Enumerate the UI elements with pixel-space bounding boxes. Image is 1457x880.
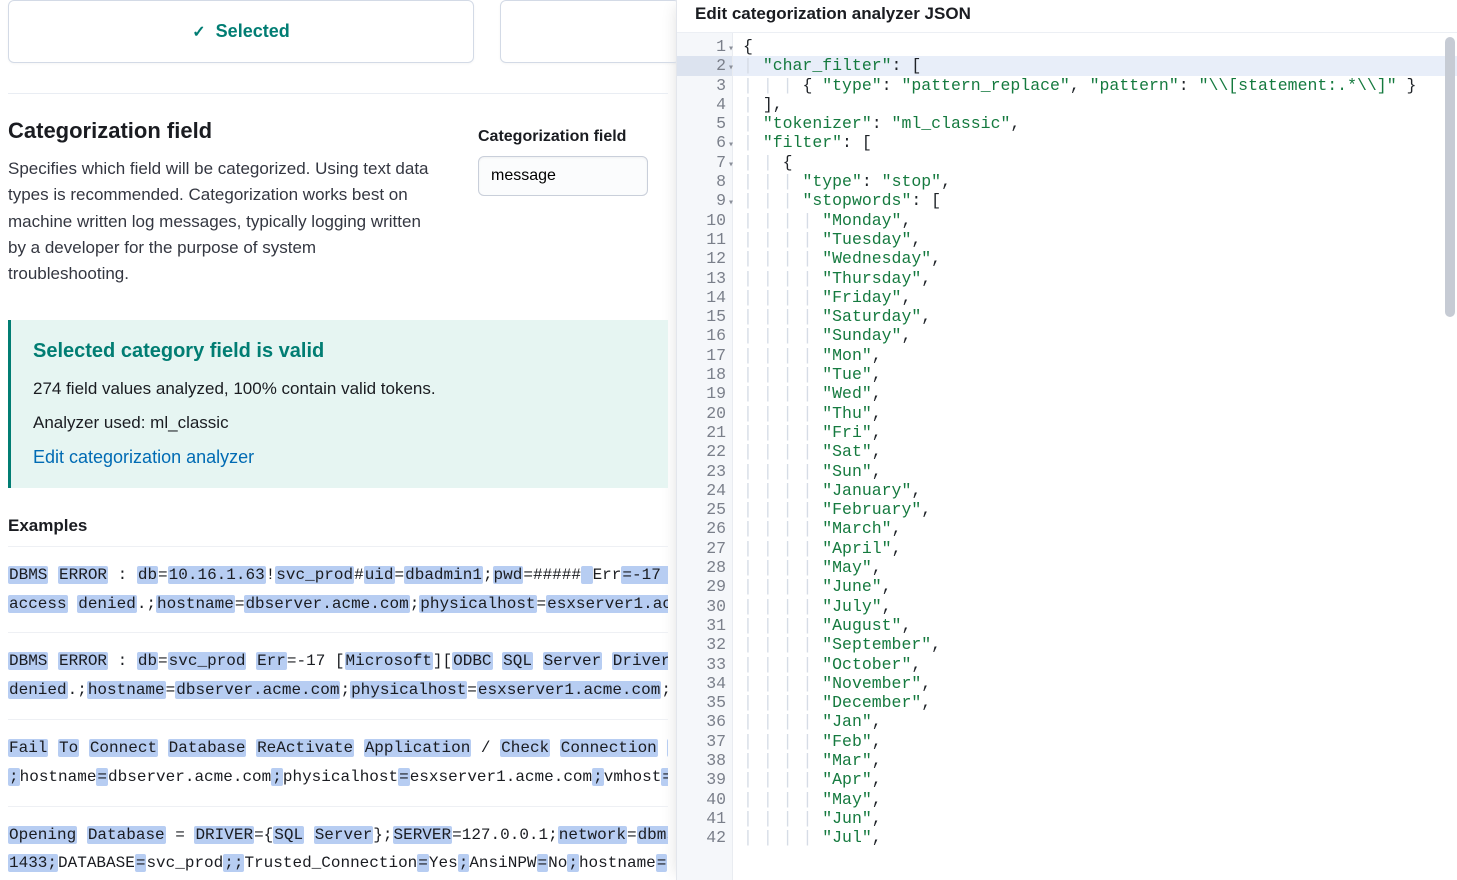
categorization-field-description: Categorization field Specifies which fie… <box>8 118 438 288</box>
json-editor[interactable]: 1234567891011121314151617181920212223242… <box>677 33 1457 880</box>
editor-scrollbar[interactable] <box>1445 37 1455 317</box>
editor-code[interactable]: {| "char_filter": [| | | { "type": "patt… <box>733 33 1457 880</box>
check-icon: ✓ <box>192 22 205 42</box>
option-card-stub[interactable] <box>500 0 676 63</box>
examples-heading: Examples <box>8 516 668 536</box>
callout-analyzer-line: Analyzer used: ml_classic <box>33 413 646 433</box>
categorization-field-label: Categorization field <box>478 128 668 146</box>
categorization-field-row: Categorization field Specifies which fie… <box>8 118 668 288</box>
categorization-field-input[interactable] <box>478 156 648 196</box>
flyout-editor-pane: Edit categorization analyzer JSON 123456… <box>676 0 1457 880</box>
selected-label: Selected <box>216 21 290 42</box>
divider <box>8 93 668 94</box>
example-row: Opening Database = DRIVER={SQL Server};S… <box>8 806 668 880</box>
selected-option-card[interactable]: ✓ Selected <box>8 0 474 63</box>
example-row: DBMS ERROR : db=svc_prod Err=-17 [Micros… <box>8 632 668 719</box>
editor-gutter: 1234567891011121314151617181920212223242… <box>677 33 733 880</box>
edit-analyzer-link[interactable]: Edit categorization analyzer <box>33 447 254 467</box>
categorization-field-heading: Categorization field <box>8 118 438 144</box>
callout-title: Selected category field is valid <box>33 340 646 363</box>
categorization-field-help-text: Specifies which field will be categorize… <box>8 156 438 288</box>
example-row: Fail To Connect Database ReActivate Appl… <box>8 719 668 806</box>
flyout-title: Edit categorization analyzer JSON <box>677 0 1457 33</box>
example-row: DBMS ERROR : db=10.16.1.63!svc_prod#uid=… <box>8 546 668 633</box>
categorization-field-input-column: Categorization field <box>478 118 668 288</box>
left-pane: ✓ Selected Categorization field Specifie… <box>0 0 676 880</box>
validation-callout: Selected category field is valid 274 fie… <box>8 320 668 488</box>
callout-analyzed-line: 274 field values analyzed, 100% contain … <box>33 379 646 399</box>
examples-list: DBMS ERROR : db=10.16.1.63!svc_prod#uid=… <box>8 546 668 880</box>
